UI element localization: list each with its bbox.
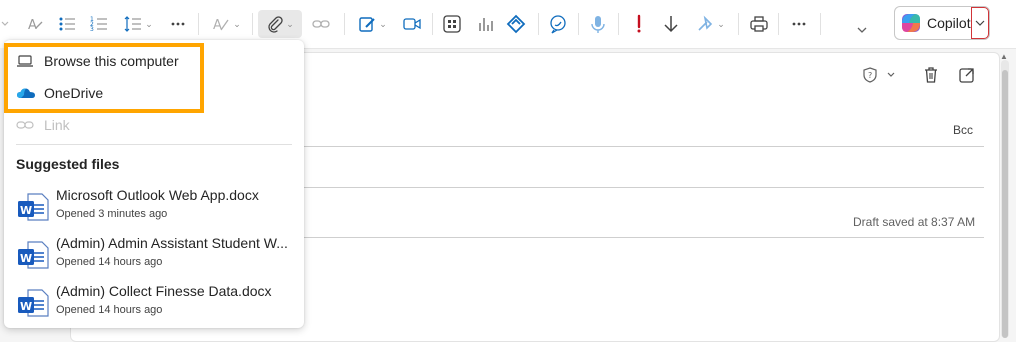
copilot-main[interactable]: Copilot <box>895 7 971 39</box>
chevron-down-icon: ⌄ <box>145 18 153 29</box>
browse-this-computer-item[interactable]: Browse this computer <box>4 46 304 76</box>
svg-text:?: ? <box>868 71 872 80</box>
suggested-file-item[interactable]: W (Admin) Collect Finesse Data.docx Open… <box>4 280 304 326</box>
discard-trash-icon[interactable] <box>922 66 940 87</box>
draft-status: Draft saved at 8:37 AM <box>853 215 976 229</box>
suggested-files-heading: Suggested files <box>16 156 120 172</box>
sensitivity-label-icon[interactable]: ? <box>862 66 896 87</box>
menu-item-label: OneDrive <box>44 85 104 101</box>
clear-formatting-icon[interactable]: A <box>24 12 46 36</box>
copilot-label: Copilot <box>927 15 971 31</box>
menu-divider <box>16 144 292 145</box>
attach-menu: Browse this computer OneDrive Link Sugge… <box>4 40 304 328</box>
pop-out-icon[interactable] <box>958 66 976 87</box>
field-divider <box>300 237 984 238</box>
word-icon: W <box>16 288 50 321</box>
chat-icon[interactable] <box>546 12 570 36</box>
sensitivity-icon[interactable]: ⌄ <box>690 12 730 36</box>
microphone-icon[interactable] <box>586 12 610 36</box>
suggested-file-item[interactable]: W Microsoft Outlook Web App.docx Opened … <box>4 184 304 230</box>
menu-item-label: Browse this computer <box>44 53 179 69</box>
toolbar-divider <box>778 13 779 35</box>
toolbar-divider <box>344 13 345 35</box>
video-meeting-icon[interactable] <box>400 12 424 36</box>
file-name: (Admin) Admin Assistant Student W... <box>56 235 288 251</box>
chevron-down-icon <box>975 20 985 26</box>
chevron-down-icon: ⌄ <box>717 18 725 29</box>
svg-text:A: A <box>28 18 37 33</box>
toolbar-divider <box>578 13 579 35</box>
high-importance-icon[interactable] <box>628 12 650 36</box>
more-formatting-icon[interactable] <box>168 12 188 36</box>
word-icon: W <box>16 240 50 273</box>
chart-icon[interactable] <box>474 12 498 36</box>
suggested-file-item[interactable]: W (Admin) Admin Assistant Student W... O… <box>4 232 304 278</box>
onedrive-item[interactable]: OneDrive <box>4 78 304 108</box>
bcc-button[interactable]: Bcc <box>953 123 973 137</box>
svg-text:W: W <box>20 252 32 265</box>
link-item[interactable]: Link <box>4 110 304 140</box>
copilot-dropdown-button[interactable] <box>971 7 989 39</box>
svg-text:3: 3 <box>90 26 94 33</box>
toolbar-divider <box>198 13 199 35</box>
attach-file-button[interactable]: ⌄ <box>258 10 302 38</box>
toolbar-divider <box>252 13 253 35</box>
svg-text:W: W <box>20 204 32 217</box>
toolbar-divider <box>820 13 821 35</box>
menu-item-label: Link <box>44 117 70 133</box>
file-opened-time: Opened 14 hours ago <box>56 304 163 316</box>
loop-icon[interactable] <box>504 12 528 36</box>
svg-text:W: W <box>20 300 32 313</box>
chevron-down-icon: ⌄ <box>379 18 387 29</box>
svg-text:A: A <box>213 18 222 33</box>
link-icon <box>16 117 34 136</box>
onedrive-icon <box>16 85 36 104</box>
line-spacing-icon[interactable]: ⌄ <box>120 12 156 36</box>
print-icon[interactable] <box>746 12 772 36</box>
bullets-icon[interactable] <box>56 12 78 36</box>
file-opened-time: Opened 3 minutes ago <box>56 208 168 220</box>
copilot-icon <box>902 14 920 32</box>
file-name: (Admin) Collect Finesse Data.docx <box>56 283 272 299</box>
scrollbar-thumb[interactable] <box>1002 70 1008 338</box>
link-icon[interactable] <box>308 12 334 36</box>
word-icon: W <box>16 192 50 225</box>
apps-icon[interactable] <box>440 12 464 36</box>
field-divider <box>300 187 984 188</box>
chevron-down-icon: ⌄ <box>286 18 294 29</box>
copilot-button[interactable]: Copilot <box>894 6 990 40</box>
laptop-icon <box>16 53 34 72</box>
chevron-down-icon[interactable] <box>0 12 10 36</box>
toolbar-divider <box>432 13 433 35</box>
file-opened-time: Opened 14 hours ago <box>56 256 163 268</box>
toolbar-divider <box>538 13 539 35</box>
chevron-down-icon: ⌄ <box>233 18 241 29</box>
signature-icon[interactable]: ⌄ <box>352 12 392 36</box>
styles-icon[interactable]: A ⌄ <box>208 12 244 36</box>
toolbar-divider <box>738 13 739 35</box>
field-divider <box>300 146 984 147</box>
ribbon-expand-icon[interactable] <box>852 18 872 42</box>
numbering-icon[interactable]: 123 <box>88 12 110 36</box>
toolbar-divider <box>618 13 619 35</box>
more-options-icon[interactable] <box>788 12 810 36</box>
file-name: Microsoft Outlook Web App.docx <box>56 187 259 203</box>
low-importance-icon[interactable] <box>660 12 682 36</box>
